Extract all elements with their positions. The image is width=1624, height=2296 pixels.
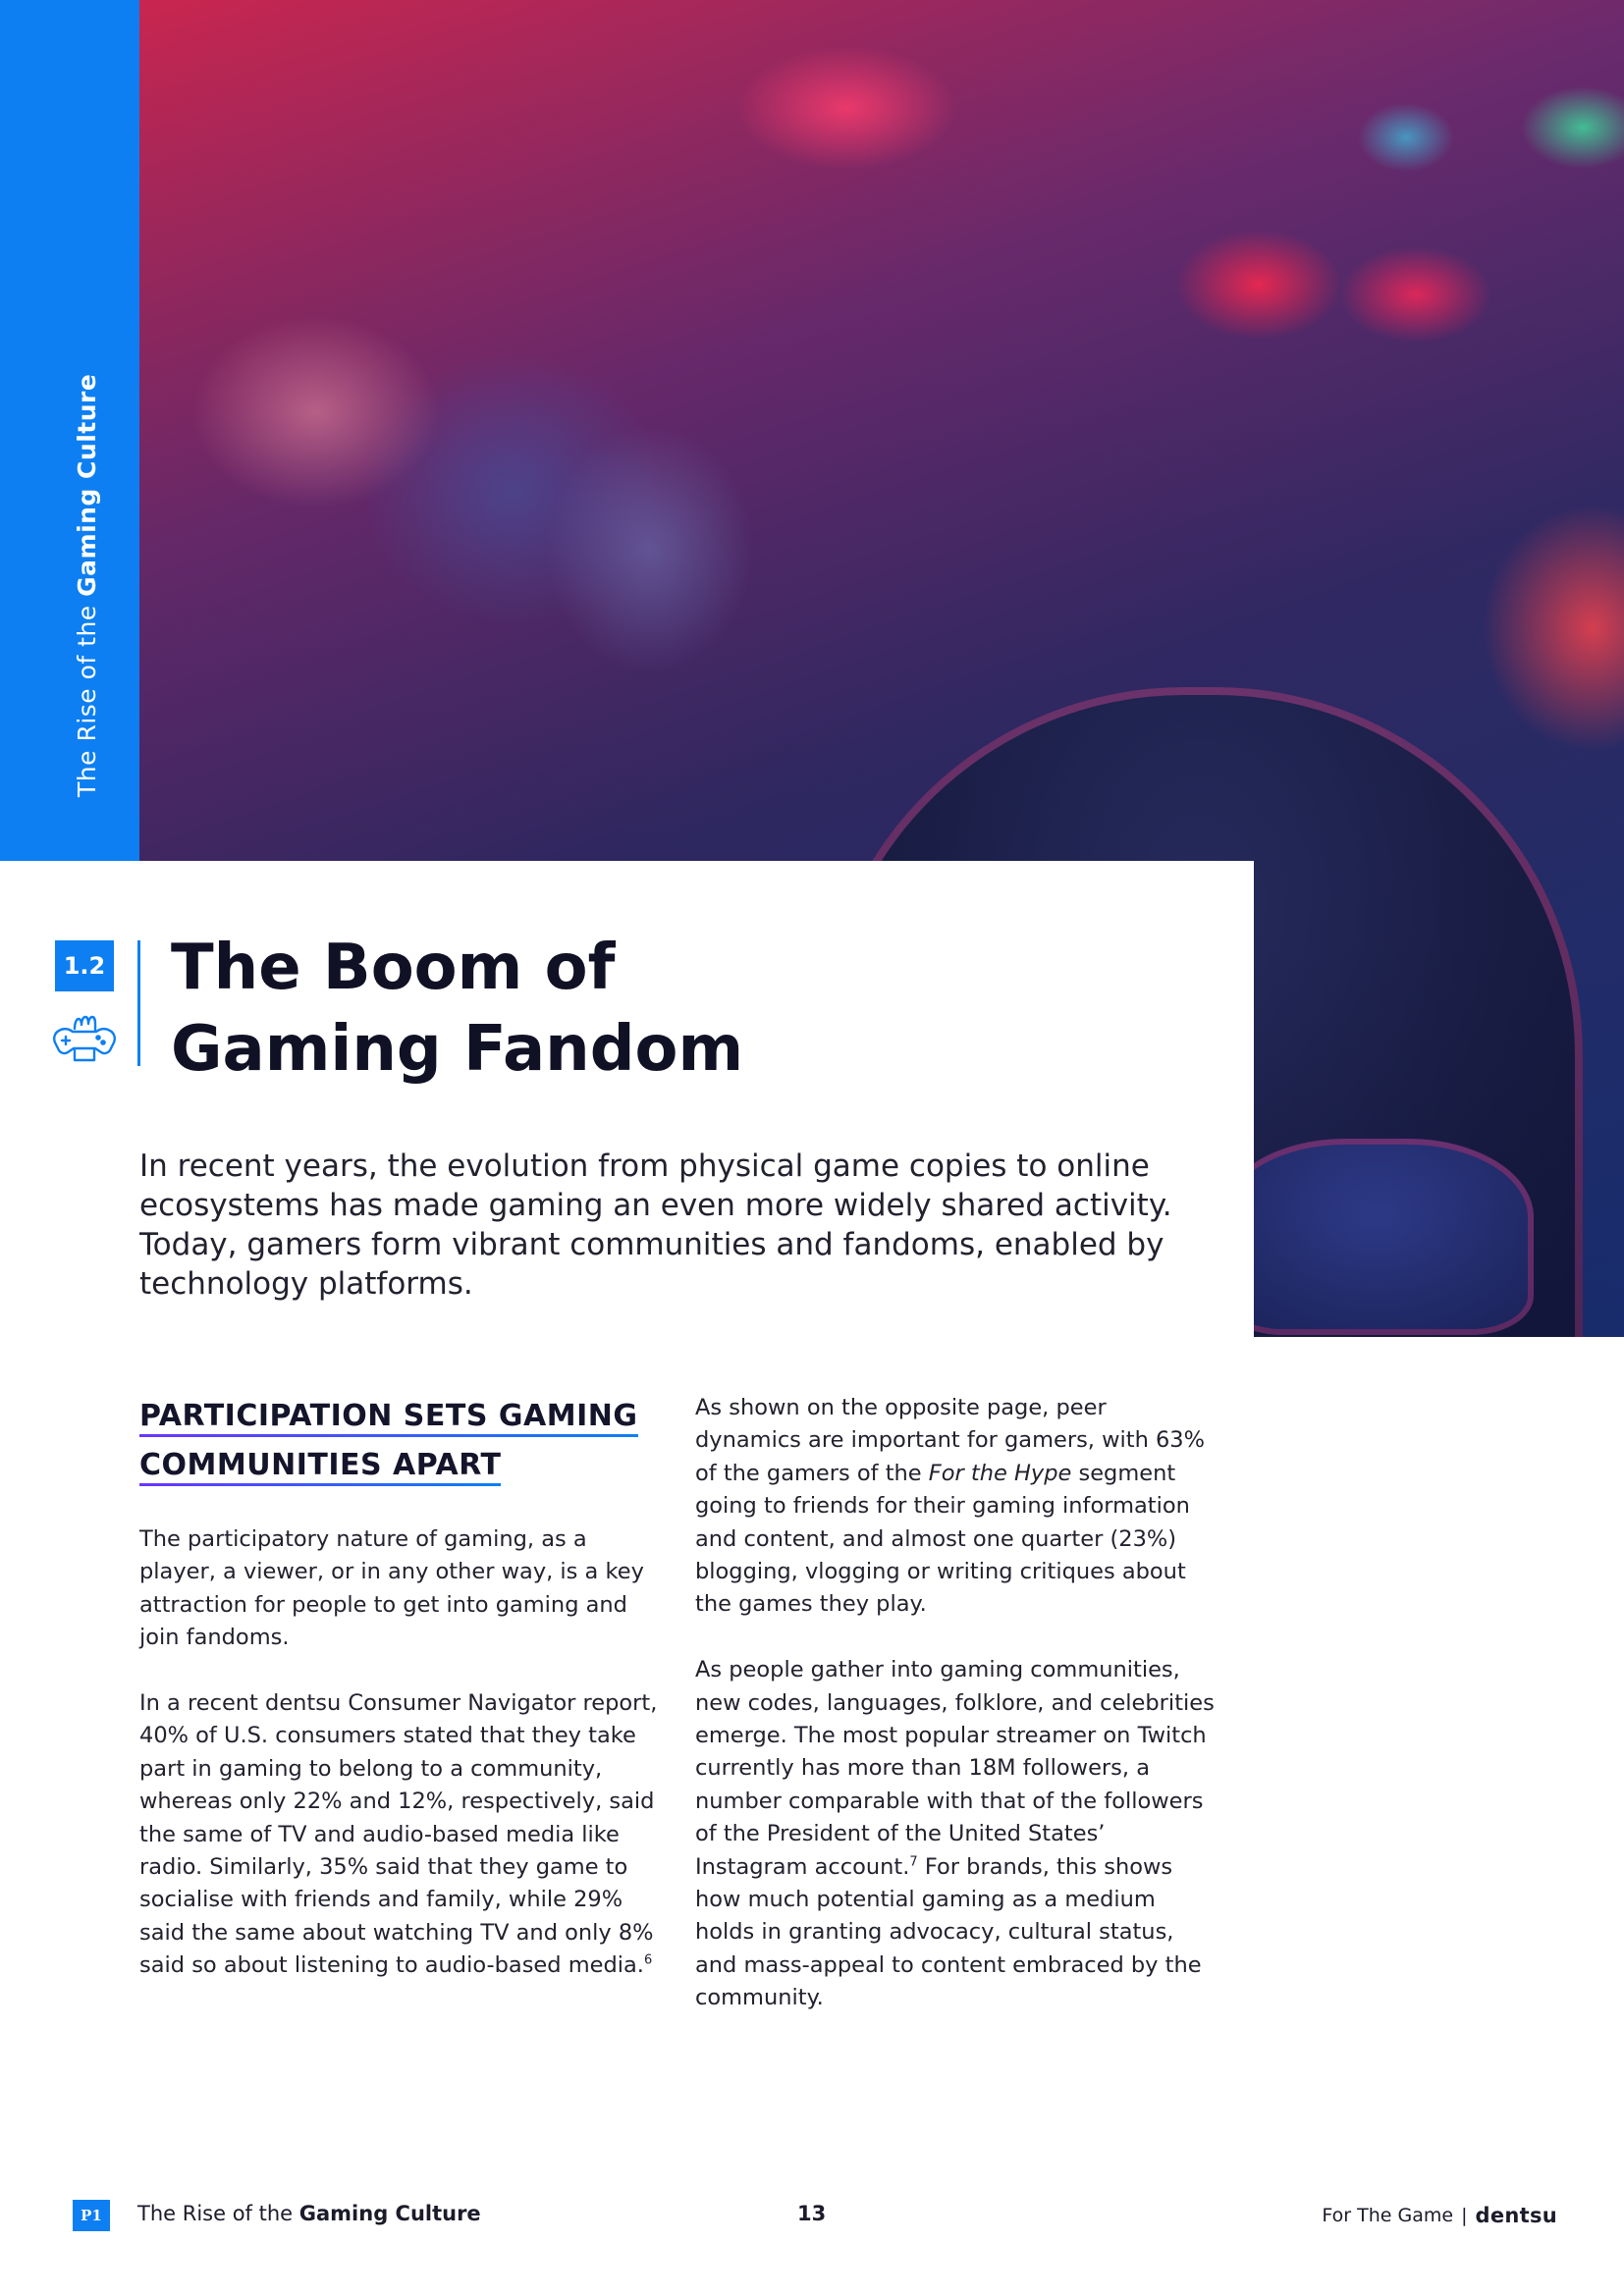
footer-brand: For The Game | dentsu	[1322, 2204, 1557, 2227]
right-paragraph-2: As people gather into gaming communities…	[695, 1657, 1215, 2011]
footer-chapter-title: The Rise of the Gaming Culture	[137, 2202, 481, 2225]
footer-separator: |	[1461, 2205, 1468, 2226]
sidebar-tab-label: The Rise of the Gaming Culture	[73, 373, 101, 797]
title-rule	[137, 940, 140, 1066]
left-paragraph-1: The participatory nature of gaming, as a…	[139, 1526, 644, 1651]
left-paragraph-2: In a recent dentsu Consumer Navigator re…	[139, 1690, 658, 1979]
fan-gamepad-icon	[53, 1015, 116, 1062]
right-paragraph-1: As shown on the opposite page, peer dyna…	[695, 1395, 1206, 1618]
footer-part-badge: P1	[73, 2200, 110, 2231]
right-column: As shown on the opposite page, peer dyna…	[695, 1392, 1216, 2048]
section-number-badge: 1.2	[55, 940, 114, 991]
page-number: 13	[797, 2202, 827, 2225]
dentsu-logo: dentsu	[1475, 2204, 1557, 2227]
section-subheading: PARTICIPATION SETS GAMING COMMUNITIES APA…	[139, 1392, 660, 1490]
sidebar-tab	[0, 0, 139, 861]
footnote-ref-7: 7	[909, 1854, 918, 1870]
intro-paragraph: In recent years, the evolution from phys…	[139, 1148, 1172, 1302]
page-title: The Boom of Gaming Fandom	[171, 932, 744, 1086]
left-column: PARTICIPATION SETS GAMING COMMUNITIES APA…	[139, 1392, 660, 2015]
footer-publication: For The Game	[1322, 2205, 1454, 2226]
footnote-ref-6: 6	[643, 1952, 653, 1968]
